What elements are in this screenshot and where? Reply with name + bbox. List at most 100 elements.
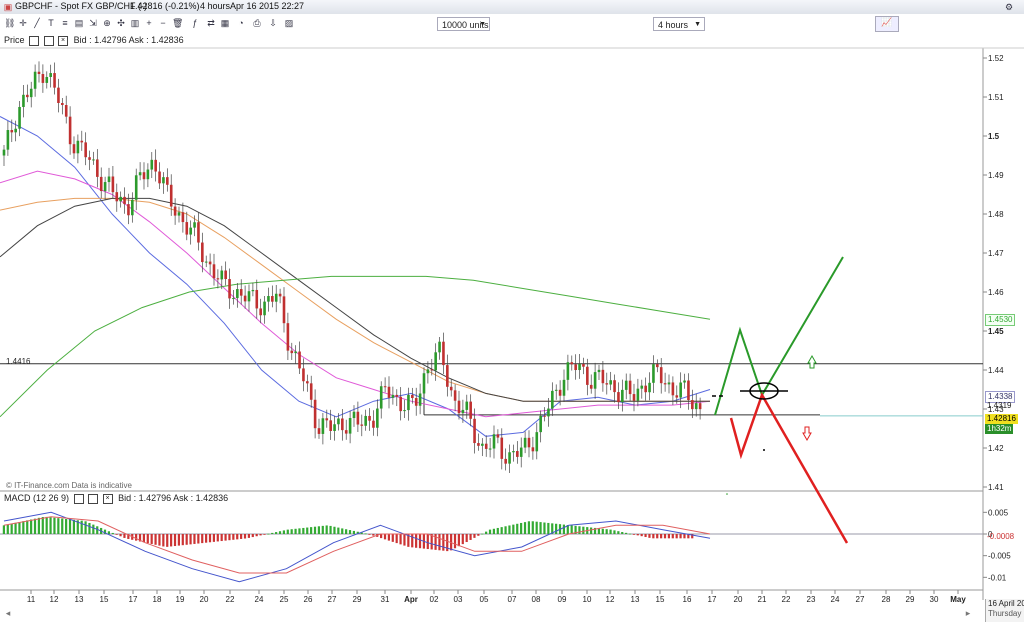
candle-body [18,106,21,129]
small-dot [726,493,728,495]
macd-histogram-bar [520,522,523,534]
up-arrow-icon [807,354,817,369]
current-price-tag: 1.42816 [985,414,1018,424]
macd-histogram-bar [609,529,612,534]
candle-body [457,400,461,414]
macd-histogram-bar [582,526,585,534]
x-tick-label: 25 [280,595,289,604]
macd-histogram-bar [667,534,670,539]
candle-body [605,383,609,385]
candle-body [220,270,224,280]
candle-body [551,390,554,409]
candle-body [348,418,352,434]
macd-histogram-bar [14,522,17,534]
chart-canvas[interactable]: 1.52 1.51 1.5 1.49 1.48 1.47 1.46 1.45 1.44 1.431… [0,0,1024,622]
macd-histogram-bar [597,528,600,534]
candle-body [418,393,422,406]
x-tick-label: 03 [454,595,463,604]
macd-histogram-bar [333,526,336,534]
macd-histogram-bar [438,534,441,551]
candle-body [617,392,620,403]
candle-body [29,88,33,98]
macd-settings-icon[interactable] [73,493,84,504]
macd-histogram-bar [232,534,235,540]
macd-histogram-bar [2,525,5,534]
candle-body [173,206,177,216]
candle-body [166,177,169,185]
macd-save-icon[interactable] [88,493,99,504]
candle-body [640,385,644,389]
macd-histogram-bar [22,521,25,534]
macd-histogram-bar [485,531,488,534]
candle-body [333,424,336,432]
macd-histogram-bar [442,534,445,551]
candle-body [127,204,130,216]
macd-histogram-bar [387,534,390,541]
x-tick-label: 31 [381,595,390,604]
candle-body [337,418,340,425]
macd-histogram-bar [383,534,387,540]
macd-histogram-bar [348,530,352,534]
candle-body [624,380,628,390]
candle-body [632,394,636,401]
x-tick-label: 20 [200,595,209,604]
macd-histogram-bar [372,534,375,536]
macd-histogram-bar [146,534,149,544]
macd-histogram-bar [185,534,188,545]
macd-histogram-bar [251,534,254,538]
candle-body [593,372,597,389]
macd-histogram-bar [45,516,48,534]
candle-body [656,364,659,368]
macd-histogram-bar [543,522,546,534]
candle-body [449,386,453,391]
x-tick-label: 27 [328,595,337,604]
macd-histogram-bar [453,534,457,549]
x-tick-label: 24 [831,595,840,604]
x-tick-label: 19 [176,595,185,604]
macd-histogram-bar [613,530,616,534]
macd-histogram-bar [652,534,655,539]
macd-histogram-bar [636,534,639,536]
macd-histogram-bar [625,532,628,534]
zoom-fit-icon[interactable]: ▸ [963,608,973,618]
candle-body [446,365,449,387]
macd-histogram-bar [648,534,651,538]
date-box-day: Thursday [988,609,1022,618]
macd-histogram-bar [302,527,305,534]
candle-body [72,144,76,154]
candle-body [49,73,52,77]
macd-histogram-bar [216,534,219,542]
candle-body [286,323,290,351]
macd-histogram-bar [294,528,297,534]
macd-close-icon[interactable]: × [102,493,113,504]
x-tick-label: 11 [27,595,36,604]
macd-histogram-bar [364,533,367,535]
macd-histogram-bar [313,526,317,534]
macd-histogram-bar [481,533,484,535]
candle-body [212,264,216,279]
x-tick-label: 12 [606,595,615,604]
candle-body [99,176,103,192]
macd-histogram-bar [173,534,177,547]
macd-histogram-bar [18,522,21,534]
macd-histogram-bar [278,531,282,534]
candle-body [601,369,605,384]
y-tick-label: 1.42 [988,444,1004,453]
macd-panel-header: MACD (12 26 9) × Bid : 1.42796 Ask : 1.4… [4,493,228,505]
candle-body [691,400,694,410]
candle-body [341,418,344,431]
candle-body [504,458,507,464]
macd-histogram-bar [500,527,503,534]
macd-histogram-bar [508,525,511,534]
macd-histogram-bar [243,534,247,539]
macd-histogram-bar [403,534,406,546]
candle-timer-tag: 1h32m [985,424,1014,434]
macd-histogram-bar [516,523,519,534]
macd-histogram-bar [531,521,534,534]
macd-histogram-bar [119,534,122,537]
candle-body [527,437,531,448]
macd-histogram-bar [65,518,68,534]
scroll-left-icon[interactable]: ◂ [3,608,13,618]
macd-histogram-bar [88,522,91,534]
candle-body [586,366,589,385]
